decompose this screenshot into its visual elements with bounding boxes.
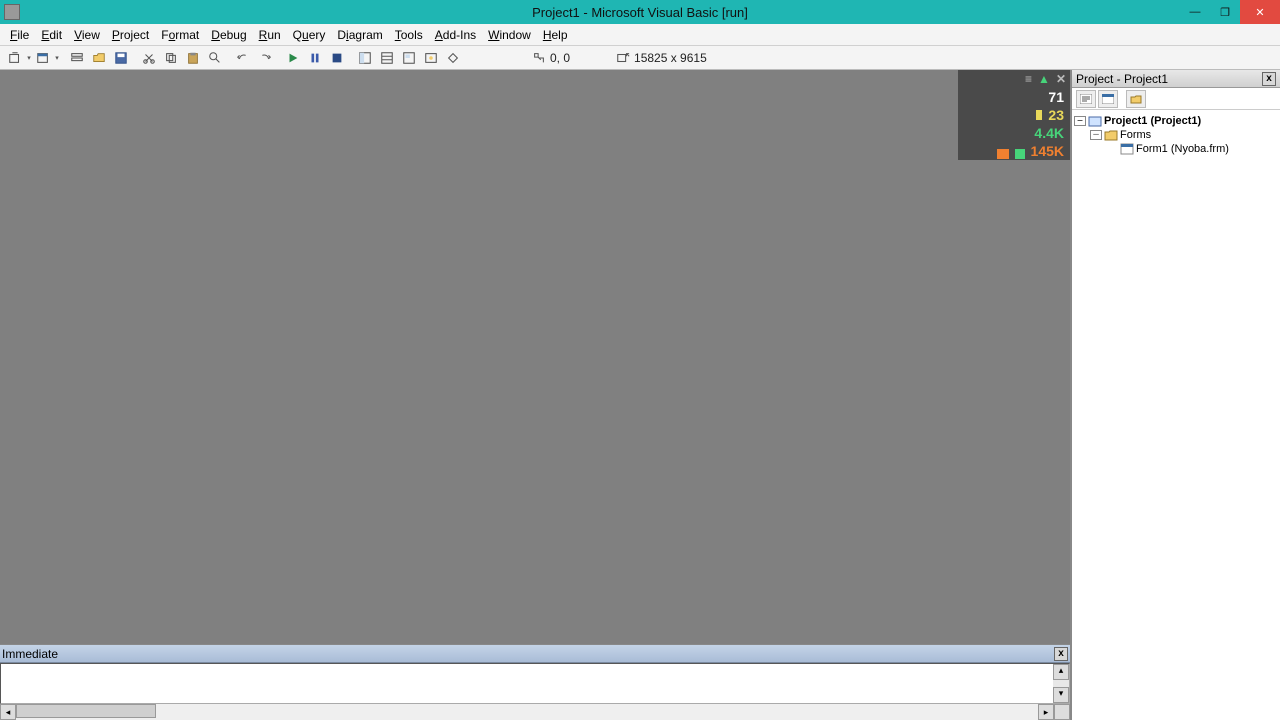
overlay-menu-icon[interactable]: ≡ [1025,72,1032,86]
project-explorer-title: Project - Project1 [1076,72,1168,86]
project-explorer: Project - Project1 x – Project1 (Project… [1070,70,1280,720]
form-icon [1120,143,1134,155]
overlay-mem: 145K [1031,143,1064,159]
overlay-bar-yellow [1036,110,1042,120]
expand-toggle[interactable]: – [1074,116,1086,126]
save-button[interactable] [110,48,132,68]
size-icon [616,51,630,65]
title-bar: Project1 - Microsoft Visual Basic [run] … [0,0,1280,24]
scroll-track[interactable] [16,704,1038,720]
scroll-down-button[interactable]: ▾ [1053,687,1069,703]
expand-toggle[interactable]: – [1090,130,1102,140]
menu-edit[interactable]: Edit [35,26,68,44]
properties-button[interactable] [376,48,398,68]
mdi-canvas[interactable]: ≡ ▲ ✕ 71 23 4.4K 145K [0,70,1070,644]
immediate-vscroll[interactable]: ▴ ▾ [1053,664,1069,703]
toolbox-button[interactable] [442,48,464,68]
menu-query[interactable]: Query [287,26,332,44]
project-explorer-button[interactable] [354,48,376,68]
menu-tools[interactable]: Tools [389,26,429,44]
project-explorer-toolbar [1072,88,1280,110]
work-area: ≡ ▲ ✕ 71 23 4.4K 145K Immediate x [0,70,1070,720]
menu-format[interactable]: Format [155,26,205,44]
find-button[interactable] [204,48,226,68]
end-button[interactable] [326,48,348,68]
add-form-dropdown[interactable]: ▾ [54,54,60,62]
overlay-close-icon[interactable]: ✕ [1056,72,1066,86]
scroll-right-button[interactable]: ▸ [1038,704,1054,720]
tree-forms-label: Forms [1120,129,1151,141]
project-tree[interactable]: – Project1 (Project1) – Forms Form1 (Nyo… [1072,110,1280,720]
view-code-button[interactable] [1076,90,1096,108]
object-browser-button[interactable] [420,48,442,68]
overlay-bar-green [1015,149,1025,159]
app-icon [4,4,20,20]
start-button[interactable] [282,48,304,68]
add-project-button[interactable] [4,48,26,68]
overlay-net: 4.4K [1034,125,1064,141]
scroll-thumb[interactable] [16,704,156,718]
minimize-button[interactable]: — [1180,0,1210,24]
folder-icon [1104,129,1118,141]
maximize-button[interactable]: ❐ [1210,0,1240,24]
scroll-left-button[interactable]: ◂ [0,704,16,720]
menu-window[interactable]: Window [482,26,537,44]
position-indicator: 0, 0 [524,51,578,65]
form-layout-button[interactable] [398,48,420,68]
tree-project-label: Project1 (Project1) [1104,115,1201,127]
scroll-corner [1054,704,1070,720]
size-indicator: 15825 x 9615 [608,51,715,65]
paste-button[interactable] [182,48,204,68]
toolbar: ▾ ▾ 0, 0 15825 x 9615 [0,46,1280,70]
menu-run[interactable]: Run [253,26,287,44]
tree-forms-folder[interactable]: – Forms [1090,128,1278,142]
project-explorer-close-button[interactable]: x [1262,72,1276,86]
immediate-header[interactable]: Immediate x [0,645,1070,663]
close-button[interactable]: ✕ [1240,0,1280,24]
redo-button[interactable] [254,48,276,68]
main-area: ≡ ▲ ✕ 71 23 4.4K 145K Immediate x [0,70,1280,720]
scroll-up-button[interactable]: ▴ [1053,664,1069,680]
overlay-ms: 23 [1048,107,1064,123]
undo-button[interactable] [232,48,254,68]
window-title: Project1 - Microsoft Visual Basic [run] [532,5,748,20]
cut-button[interactable] [138,48,160,68]
menu-view[interactable]: View [68,26,106,44]
menu-project[interactable]: Project [106,26,155,44]
size-value: 15825 x 9615 [634,51,707,65]
copy-button[interactable] [160,48,182,68]
toggle-folders-button[interactable] [1126,90,1146,108]
menu-debug[interactable]: Debug [205,26,252,44]
immediate-close-button[interactable]: x [1054,647,1068,661]
window-buttons: — ❐ ✕ [1180,0,1280,24]
overlay-bar-orange [997,149,1009,159]
menu-addins[interactable]: Add-Ins [429,26,482,44]
menu-bar: File Edit View Project Format Debug Run … [0,24,1280,46]
menu-help[interactable]: Help [537,26,574,44]
tree-form1-label: Form1 (Nyoba.frm) [1136,143,1229,155]
menu-file[interactable]: File [4,26,35,44]
menu-diagram[interactable]: Diagram [331,26,388,44]
immediate-hscroll[interactable]: ◂ ▸ [0,704,1070,720]
immediate-window: Immediate x ▴ ▾ ◂ ▸ [0,644,1070,720]
immediate-title: Immediate [2,647,58,661]
break-button[interactable] [304,48,326,68]
performance-overlay: ≡ ▲ ✕ 71 23 4.4K 145K [958,70,1070,160]
project-explorer-header[interactable]: Project - Project1 x [1072,70,1280,88]
overlay-fps: 71 [1048,89,1064,105]
immediate-textarea[interactable]: ▴ ▾ [0,663,1070,704]
open-button[interactable] [88,48,110,68]
view-object-button[interactable] [1098,90,1118,108]
overlay-collapse-icon[interactable]: ▲ [1038,72,1050,86]
tree-form1[interactable]: Form1 (Nyoba.frm) [1106,142,1278,156]
menu-editor-button[interactable] [66,48,88,68]
tree-project-root[interactable]: – Project1 (Project1) [1074,114,1278,128]
add-form-button[interactable] [32,48,54,68]
position-value: 0, 0 [550,51,570,65]
position-icon [532,51,546,65]
project-icon [1088,115,1102,127]
